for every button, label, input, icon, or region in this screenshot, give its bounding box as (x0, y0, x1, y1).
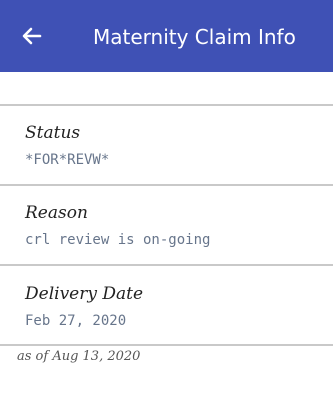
app-bar: Maternity Claim Info (0, 0, 333, 72)
divider (0, 104, 333, 106)
divider (0, 264, 333, 266)
status-label: Status (25, 123, 81, 143)
back-button[interactable] (16, 20, 48, 52)
page-title: Maternity Claim Info (93, 25, 296, 49)
delivery-date-label: Delivery Date (25, 284, 144, 304)
reason-value: crl review is on-going (25, 232, 211, 248)
divider (0, 344, 333, 346)
status-value: *FOR*REVW* (25, 152, 110, 168)
reason-label: Reason (25, 203, 88, 223)
as-of-date: as of Aug 13, 2020 (17, 349, 141, 364)
delivery-date-value: Feb 27, 2020 (25, 313, 127, 329)
divider (0, 184, 333, 186)
arrow-left-icon (20, 24, 44, 48)
